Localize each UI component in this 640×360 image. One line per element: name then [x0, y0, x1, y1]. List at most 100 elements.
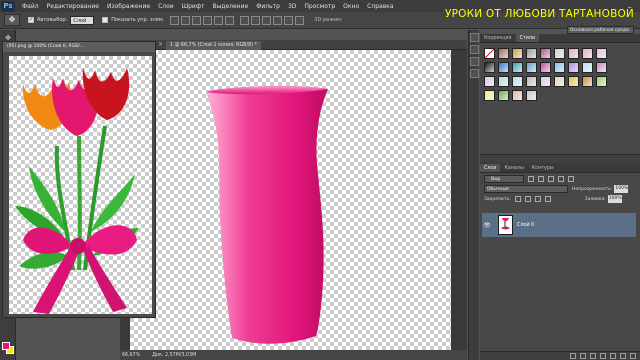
align-bottom-icon[interactable] [192, 15, 202, 25]
style-swatch[interactable] [526, 62, 537, 73]
eye-icon[interactable]: 👁 [482, 222, 492, 229]
workspace-select[interactable]: Основная рабочая среда [567, 26, 634, 34]
delete-layer-icon[interactable] [630, 353, 636, 359]
style-swatch[interactable] [484, 62, 495, 73]
menu-edit[interactable]: Редактирование [43, 3, 103, 10]
style-swatch[interactable] [484, 90, 495, 101]
tab-styles[interactable]: Стили [515, 34, 540, 42]
style-swatch[interactable] [512, 76, 523, 87]
style-swatch[interactable] [582, 48, 593, 59]
app-logo[interactable]: Ps [1, 0, 15, 12]
tulip-document-window[interactable]: (95).png @ 100% (Слой 0, RGB/... [2, 41, 156, 318]
layer-row[interactable]: 👁 Слой 0 [482, 213, 636, 237]
kind-filter-select[interactable]: Вид [484, 174, 524, 183]
distribute-right-icon[interactable] [295, 15, 305, 25]
zoom-level[interactable]: 66,67% [122, 353, 140, 358]
autoselect-target-select[interactable]: Слой [70, 15, 95, 25]
menu-type[interactable]: Шрифт [178, 3, 209, 10]
style-swatch[interactable] [568, 48, 579, 59]
style-swatch[interactable] [484, 48, 495, 59]
mask-icon[interactable] [590, 353, 596, 359]
style-swatch[interactable] [526, 48, 537, 59]
canvas-area[interactable] [120, 50, 467, 350]
lock-position-icon[interactable] [534, 196, 541, 202]
style-swatch[interactable] [526, 76, 537, 87]
align-left-icon[interactable] [203, 15, 213, 25]
align-right-icon[interactable] [225, 15, 235, 25]
align-top-icon[interactable] [170, 15, 180, 25]
style-swatch[interactable] [526, 90, 537, 101]
style-swatch[interactable] [554, 76, 565, 87]
distribute-middle-icon[interactable] [251, 15, 261, 25]
character-panel-icon[interactable] [470, 57, 479, 66]
style-swatch[interactable] [498, 76, 509, 87]
style-swatch[interactable] [498, 90, 509, 101]
style-swatch[interactable] [498, 62, 509, 73]
blend-mode-select[interactable]: Обычные [484, 185, 568, 193]
style-swatch[interactable] [554, 48, 565, 59]
lock-pixels-icon[interactable] [524, 196, 531, 202]
style-swatch[interactable] [540, 62, 551, 73]
tulip-canvas[interactable] [9, 56, 152, 314]
properties-panel-icon[interactable] [470, 45, 479, 54]
distribute-top-icon[interactable] [240, 15, 250, 25]
autoselect-checkbox[interactable]: ✓ [28, 17, 34, 23]
style-swatch[interactable] [596, 48, 607, 59]
style-swatch[interactable] [484, 76, 495, 87]
smart-object-filter-icon[interactable] [568, 175, 574, 182]
style-swatch[interactable] [568, 76, 579, 87]
distribute-bottom-icon[interactable] [262, 15, 272, 25]
tab-close-icon[interactable]: × [158, 41, 163, 48]
style-swatch[interactable] [596, 76, 607, 87]
menu-select[interactable]: Выделение [208, 3, 252, 10]
align-center-icon[interactable] [214, 15, 224, 25]
adjustment-layer-icon[interactable] [600, 353, 606, 359]
style-swatch[interactable] [596, 62, 607, 73]
distribute-left-icon[interactable] [273, 15, 283, 25]
tab-layers[interactable]: Слои [480, 164, 501, 172]
tulip-document-title[interactable]: (95).png @ 100% (Слой 0, RGB/... [3, 42, 155, 52]
menu-view[interactable]: Просмотр [300, 3, 339, 10]
show-controls-checkbox[interactable] [102, 17, 109, 23]
transparent-canvas[interactable] [130, 50, 451, 350]
distribute-center-icon[interactable] [284, 15, 294, 25]
style-swatch[interactable] [498, 48, 509, 59]
pixel-filter-icon[interactable] [528, 175, 534, 182]
menu-file[interactable]: Файл [18, 3, 43, 10]
menu-image[interactable]: Изображение [103, 3, 154, 10]
move-tool-icon[interactable]: ✥ [4, 14, 20, 26]
adjustment-filter-icon[interactable] [538, 175, 544, 182]
menu-layers[interactable]: Слои [154, 3, 178, 10]
lock-transparency-icon[interactable] [514, 196, 521, 202]
new-layer-icon[interactable] [620, 353, 626, 359]
shape-filter-icon[interactable] [558, 175, 564, 182]
lock-all-icon[interactable] [544, 196, 551, 202]
style-swatch[interactable] [512, 90, 523, 101]
align-middle-icon[interactable] [181, 15, 191, 25]
style-swatch[interactable] [512, 48, 523, 59]
menu-filter[interactable]: Фильтр [252, 3, 284, 10]
foreground-color-swatch[interactable] [2, 342, 10, 350]
menu-3d[interactable]: 3D [284, 3, 300, 10]
menu-help[interactable]: Справка [363, 3, 397, 10]
style-swatch[interactable] [582, 62, 593, 73]
history-panel-icon[interactable] [470, 33, 479, 42]
menu-window[interactable]: Окно [339, 3, 363, 10]
style-swatch[interactable] [568, 62, 579, 73]
tab-channels[interactable]: Каналы [500, 164, 527, 172]
style-swatch[interactable] [512, 62, 523, 73]
type-filter-icon[interactable] [548, 175, 554, 182]
style-swatch[interactable] [540, 76, 551, 87]
tab-paths[interactable]: Контуры [528, 164, 558, 172]
tab-adjustments[interactable]: Коррекция [480, 34, 516, 42]
document-tab[interactable]: 1 @ 66,7% (Слой 1 копия, RGB/8) * [166, 41, 261, 50]
link-layers-icon[interactable] [570, 353, 576, 359]
style-swatch[interactable] [540, 48, 551, 59]
paragraph-panel-icon[interactable] [470, 69, 479, 78]
fx-icon[interactable] [580, 353, 586, 359]
style-swatch[interactable] [554, 62, 565, 73]
fill-input[interactable]: 100% [607, 195, 622, 203]
group-icon[interactable] [610, 353, 616, 359]
opacity-input[interactable]: 100% [614, 185, 629, 193]
style-swatch[interactable] [582, 76, 593, 87]
